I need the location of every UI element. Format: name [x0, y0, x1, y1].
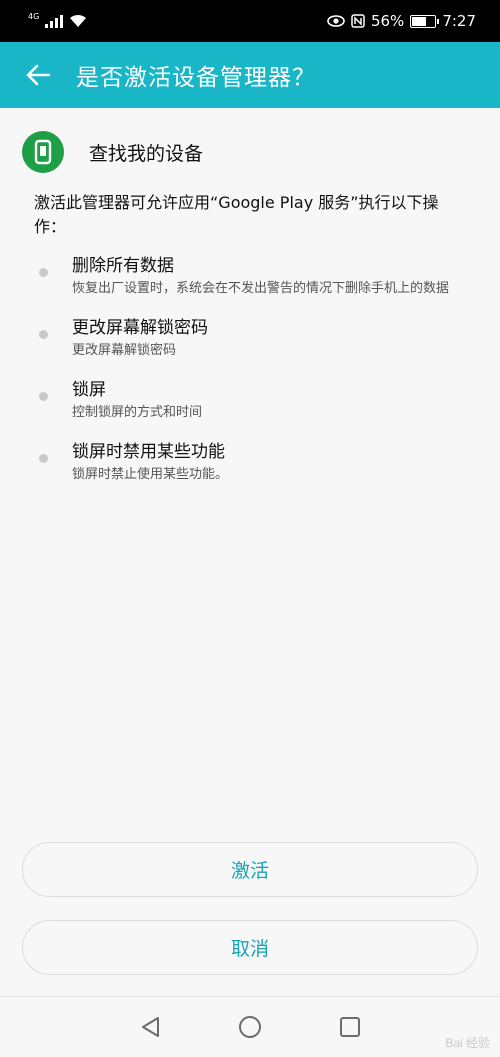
app-name: 查找我的设备 — [89, 142, 204, 165]
permission-description: 更改屏幕解锁密码 — [72, 343, 177, 358]
network-type: 4G — [28, 12, 40, 21]
cancel-button[interactable]: 取消 — [22, 920, 478, 975]
watermark: Bai 经验 — [445, 1036, 490, 1050]
description-text: 激活此管理器可允许应用“Google Play 服务”执行以下操作： — [34, 193, 439, 236]
nav-back-button[interactable] — [130, 1007, 170, 1047]
page-title: 是否激活设备管理器？ — [76, 65, 316, 91]
eye-comfort-icon — [327, 15, 345, 27]
list-item: 锁屏 控制锁屏的方式和时间 — [0, 377, 500, 423]
app-bar: 是否激活设备管理器？ — [0, 42, 500, 108]
battery-percent: 56% — [370, 12, 405, 30]
signal-icon — [45, 14, 64, 28]
permission-description: 恢复出厂设置时，系统会在不发出警告的情况下删除手机上的数据 — [72, 281, 450, 296]
permission-title: 删除所有数据 — [72, 256, 174, 276]
main-content: 查找我的设备 激活此管理器可允许应用“Google Play 服务”执行以下操作… — [0, 108, 500, 501]
status-bar: 4G 56% 7:27 — [0, 0, 500, 42]
status-right: 56% 7:27 — [327, 12, 476, 30]
find-device-icon — [22, 131, 64, 173]
nav-home-button[interactable] — [230, 1007, 270, 1047]
navigation-bar — [0, 996, 500, 1057]
back-button[interactable] — [0, 42, 76, 108]
permission-description: 控制锁屏的方式和时间 — [72, 405, 203, 420]
list-item: 锁屏时禁用某些功能 锁屏时禁止使用某些功能。 — [0, 439, 500, 485]
permission-list: 删除所有数据 恢复出厂设置时，系统会在不发出警告的情况下删除手机上的数据 更改屏… — [0, 253, 500, 485]
nav-recents-button[interactable] — [330, 1007, 370, 1047]
list-item: 更改屏幕解锁密码 更改屏幕解锁密码 — [0, 315, 500, 361]
bullet-icon — [39, 330, 48, 339]
nfc-icon — [351, 14, 365, 28]
permission-description: 锁屏时禁止使用某些功能。 — [72, 467, 229, 482]
bullet-icon — [39, 268, 48, 277]
permission-title: 更改屏幕解锁密码 — [72, 318, 208, 338]
bullet-icon — [39, 392, 48, 401]
permission-title: 锁屏时禁用某些功能 — [72, 442, 225, 462]
status-left: 4G — [28, 12, 87, 28]
permission-title: 锁屏 — [72, 380, 106, 400]
back-triangle-icon — [142, 1017, 159, 1037]
battery-charging-icon — [410, 14, 440, 28]
recents-square-icon — [340, 1017, 360, 1037]
app-header: 查找我的设备 — [0, 108, 500, 196]
list-item: 删除所有数据 恢复出厂设置时，系统会在不发出警告的情况下删除手机上的数据 — [0, 253, 500, 299]
home-circle-icon — [239, 1016, 261, 1038]
battery-level-fill — [412, 16, 426, 26]
wifi-icon — [70, 14, 87, 27]
status-time: 7:27 — [442, 12, 476, 30]
bullet-icon — [39, 454, 48, 463]
arrow-left-icon — [26, 64, 51, 86]
activate-button[interactable]: 激活 — [22, 842, 478, 897]
